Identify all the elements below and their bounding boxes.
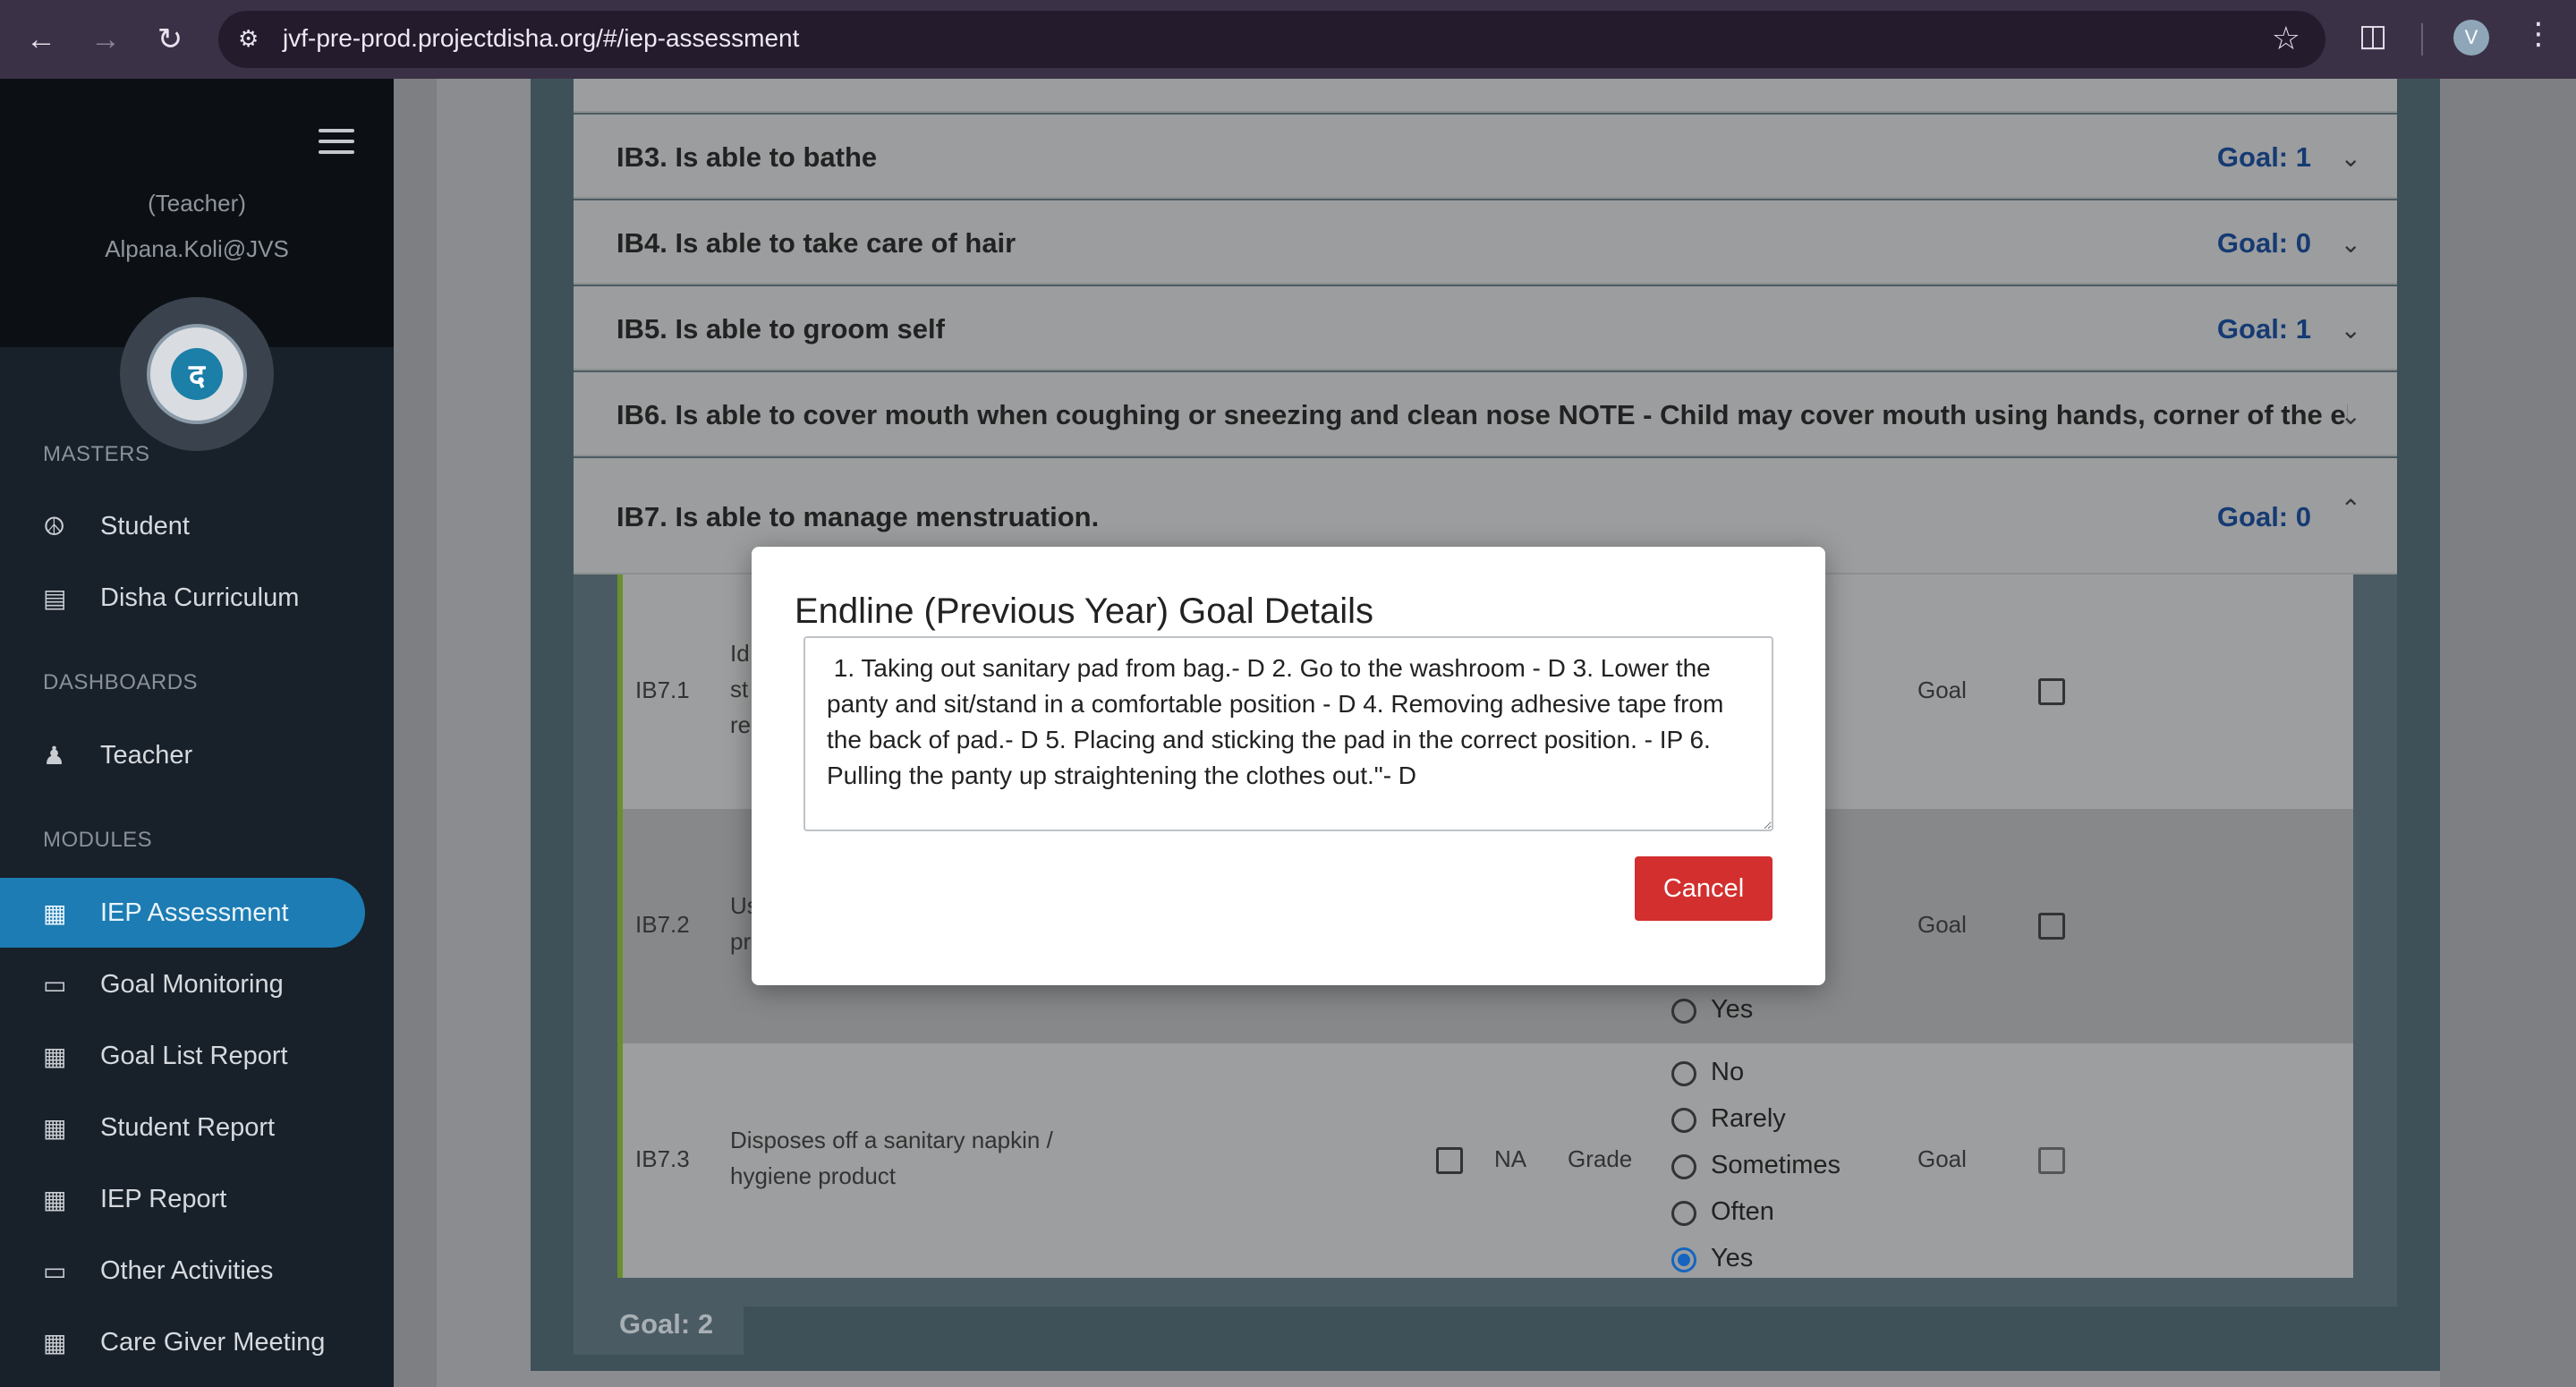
goal-label: Goal — [1917, 676, 1967, 703]
sidebar-item-goal-list-report[interactable]: ▦ Goal List Report — [0, 1021, 365, 1091]
modal-title: Endline (Previous Year) Goal Details — [795, 591, 1374, 631]
radio-label: Rarely — [1711, 1104, 1786, 1133]
section-dashboards: DASHBOARDS — [43, 670, 199, 694]
forward-icon[interactable]: → — [84, 18, 127, 61]
reload-icon[interactable]: ↻ — [149, 18, 191, 61]
total-goal-count: Goal: 2 — [619, 1308, 714, 1340]
sidebar-item-goal-monitoring[interactable]: ▭ Goal Monitoring — [0, 949, 365, 1019]
extensions-icon[interactable]: ◫ — [2359, 18, 2387, 54]
grade-label: Grade — [1568, 1145, 1633, 1172]
goal-count: Goal: 0 — [2216, 227, 2311, 259]
row-id: IB7.3 — [635, 1145, 690, 1172]
accordion-row-ib6[interactable]: IB6. Is able to cover mouth when coughin… — [574, 372, 2397, 456]
cancel-button[interactable]: Cancel — [1635, 856, 1773, 921]
chevron-down-icon[interactable]: ⌄ — [2341, 315, 2361, 345]
browser-toolbar: ← → ↻ ⚙ jvf-pre-prod.projectdisha.org/#/… — [0, 0, 2576, 79]
radio-label: Yes — [1711, 1244, 1754, 1272]
goal-checkbox[interactable] — [2038, 678, 2065, 705]
radio-rarely[interactable] — [1671, 1108, 1696, 1133]
address-bar[interactable]: ⚙ jvf-pre-prod.projectdisha.org/#/iep-as… — [218, 11, 2325, 68]
accordion-title: IB7. Is able to manage menstruation. — [616, 501, 1100, 532]
chart-icon: ▦ — [43, 1328, 67, 1357]
toolbar-divider — [2421, 23, 2423, 55]
monitor-icon: ▭ — [43, 970, 67, 999]
chevron-down-icon[interactable]: ⌄ — [2341, 401, 2361, 430]
accordion-title: IB6. Is able to cover mouth when coughin… — [616, 399, 2348, 430]
sidebar-item-teacher[interactable]: ♟ Teacher — [0, 720, 365, 790]
goal-checkbox[interactable] — [2038, 913, 2065, 940]
radio-sometimes[interactable] — [1671, 1154, 1696, 1179]
hamburger-menu-icon[interactable] — [319, 129, 354, 156]
sidebar-item-iep-assessment[interactable]: ▦ IEP Assessment — [0, 878, 365, 948]
chevron-up-icon[interactable]: ⌃ — [2341, 494, 2361, 523]
bookmark-star-icon[interactable]: ☆ — [2272, 20, 2300, 57]
radio-yes-selected[interactable] — [1671, 1247, 1696, 1272]
goal-label: Goal — [1917, 911, 1967, 938]
radio-label: No — [1711, 1058, 1745, 1086]
na-checkbox[interactable] — [1436, 1147, 1463, 1174]
goal-details-textarea[interactable]: 1. Taking out sanitary pad from bag.- D … — [803, 636, 1773, 831]
profile-avatar[interactable]: V — [2453, 20, 2489, 55]
accordion-title: IB5. Is able to groom self — [616, 313, 945, 345]
goal-count: Goal: 1 — [2216, 141, 2311, 173]
chart-icon: ▦ — [43, 1113, 67, 1142]
sidebar-item-care-giver-meeting[interactable]: ▦ Care Giver Meeting — [0, 1307, 365, 1377]
sidebar-item-other-activities[interactable]: ▭ Other Activities — [0, 1236, 365, 1306]
accordion-row-ib5[interactable]: IB5. Is able to groom self Goal: 1 ⌄ — [574, 286, 2397, 370]
accordion-title: IB4. Is able to take care of hair — [616, 227, 1016, 259]
user-name: Alpana.Koli@JVS — [105, 235, 289, 262]
radio-label: Yes — [1711, 995, 1754, 1024]
chevron-down-icon[interactable]: ⌄ — [2341, 229, 2361, 259]
sidebar-item-iep-report[interactable]: ▦ IEP Report — [0, 1164, 365, 1234]
radio-often[interactable] — [1671, 1201, 1696, 1226]
radio-label: Often — [1711, 1197, 1774, 1226]
chart-icon: ▦ — [43, 1185, 67, 1213]
document-icon: ▤ — [43, 583, 67, 612]
accordion-row-partial[interactable] — [574, 79, 2397, 113]
person-icon: ♟ — [43, 741, 66, 770]
sidebar-item-disha-curriculum[interactable]: ▤ Disha Curriculum — [0, 563, 365, 633]
monitor-icon: ▭ — [43, 1256, 67, 1285]
radio-label: Sometimes — [1711, 1151, 1841, 1179]
url-text: jvf-pre-prod.projectdisha.org/#/iep-asse… — [283, 24, 800, 52]
sidebar-item-student-report[interactable]: ▦ Student Report — [0, 1093, 365, 1162]
site-settings-icon[interactable]: ⚙ — [238, 25, 267, 54]
row-id: IB7.1 — [635, 676, 690, 703]
back-icon[interactable]: ← — [20, 18, 63, 61]
chevron-down-icon[interactable]: ⌄ — [2341, 143, 2361, 173]
row-description: Disposes off a sanitary napkin / hygiene… — [730, 1127, 1053, 1189]
radio-yes[interactable] — [1671, 999, 1696, 1024]
accordion-row-ib4[interactable]: IB4. Is able to take care of hair Goal: … — [574, 200, 2397, 285]
table-row-ib7-3: IB7.3 Disposes off a sanitary napkin / h… — [617, 1043, 2353, 1278]
sidebar: (Teacher) Alpana.Koli@JVS द MASTERS ☮ Stu… — [0, 79, 394, 1387]
row-id: IB7.2 — [635, 911, 690, 938]
section-masters: MASTERS — [43, 442, 150, 466]
student-icon: ☮ — [43, 512, 66, 540]
goal-label: Goal — [1917, 1145, 1967, 1172]
goal-count: Goal: 1 — [2216, 313, 2311, 345]
accordion-row-ib3[interactable]: IB3. Is able to bathe Goal: 1 ⌄ — [574, 115, 2397, 199]
accordion-title: IB3. Is able to bathe — [616, 141, 878, 173]
browser-menu-icon[interactable]: ⋮ — [2523, 16, 2554, 52]
project-disha-logo: द — [120, 297, 274, 451]
chart-icon: ▦ — [43, 898, 67, 927]
logo-glyph-icon: द — [171, 348, 223, 400]
na-label: NA — [1494, 1145, 1527, 1172]
sidebar-item-student[interactable]: ☮ Student — [0, 491, 365, 561]
radio-no[interactable] — [1671, 1061, 1696, 1086]
section-modules: MODULES — [43, 828, 153, 852]
chart-icon: ▦ — [43, 1042, 67, 1070]
user-role: (Teacher) — [148, 190, 246, 217]
goal-checkbox[interactable] — [2038, 1147, 2065, 1174]
goal-details-modal: Endline (Previous Year) Goal Details 1. … — [752, 547, 1825, 985]
goal-count: Goal: 0 — [2216, 501, 2311, 532]
